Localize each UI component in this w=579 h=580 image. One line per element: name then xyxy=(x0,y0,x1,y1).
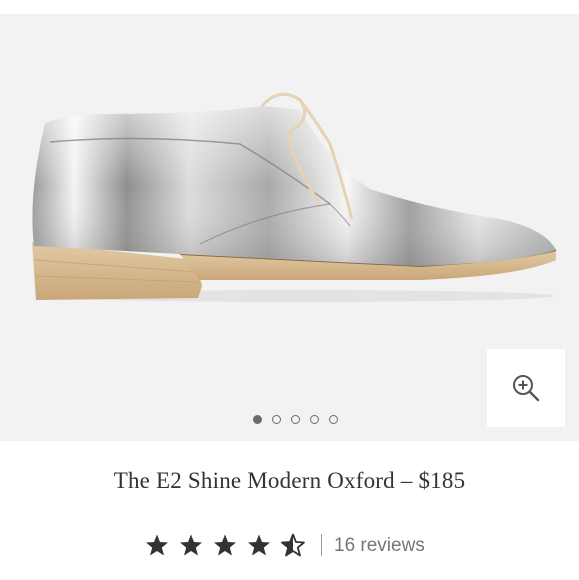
star-icon xyxy=(281,533,305,557)
carousel-dot[interactable] xyxy=(310,415,319,424)
carousel-dot[interactable] xyxy=(291,415,300,424)
zoom-in-icon xyxy=(513,375,540,402)
carousel-dot[interactable] xyxy=(329,415,338,424)
rating-row: 16 reviews xyxy=(0,530,579,560)
product-title: The E2 Shine Modern Oxford – $185 xyxy=(113,468,466,493)
reviews-link[interactable]: 16 reviews xyxy=(334,535,425,557)
star-icon xyxy=(180,534,202,556)
rating-divider xyxy=(321,534,322,556)
carousel-pagination xyxy=(0,415,579,424)
star-icon xyxy=(214,534,236,556)
top-strip xyxy=(0,0,579,14)
product-image-gallery[interactable] xyxy=(0,14,579,441)
carousel-dot[interactable] xyxy=(272,415,281,424)
star-icon xyxy=(146,534,168,556)
star-icon xyxy=(248,534,270,556)
carousel-dot[interactable] xyxy=(253,415,262,424)
star-rating xyxy=(146,533,305,557)
product-page: The E2 Shine Modern Oxford – $185 16 rev… xyxy=(0,0,579,580)
